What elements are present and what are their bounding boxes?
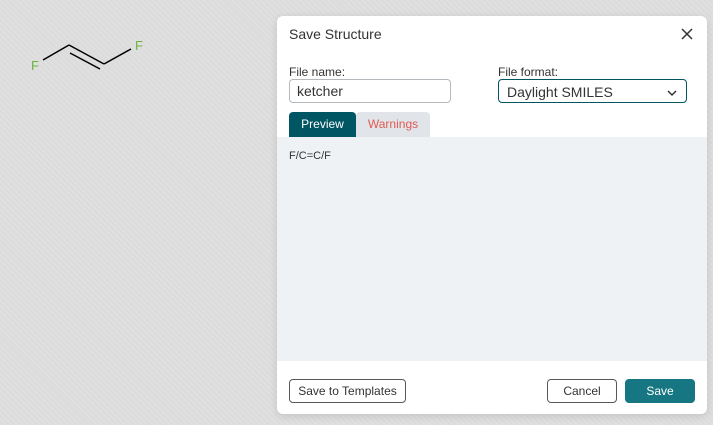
tab-preview[interactable]: Preview [289,112,356,137]
dialog-title: Save Structure [289,26,382,42]
tab-warnings[interactable]: Warnings [356,112,430,137]
close-icon[interactable] [679,26,695,42]
file-name-input[interactable] [289,79,451,103]
atom-label-fluorine[interactable]: F [135,39,143,52]
file-format-select[interactable]: Daylight SMILES [498,79,687,103]
atom-label-fluorine[interactable]: F [31,59,39,72]
save-structure-dialog: Save Structure File name: File format: D… [277,16,707,414]
save-button[interactable]: Save [625,379,695,403]
cancel-button[interactable]: Cancel [547,379,617,403]
single-bond [42,44,70,61]
preview-area[interactable]: F/C=C/F [277,137,707,361]
file-format-label: File format: [498,65,559,79]
save-to-templates-button[interactable]: Save to Templates [289,379,406,403]
file-name-label: File name: [289,65,346,79]
double-bond-line-2 [69,52,101,70]
file-format-value: Daylight SMILES [507,84,613,100]
chevron-down-icon [666,86,678,98]
smiles-preview-text: F/C=C/F [289,150,331,162]
dialog-header: Save Structure [277,16,707,52]
molecule-bonds [42,44,132,70]
molecule-structure[interactable]: F F [0,0,200,100]
single-bond [103,48,132,65]
